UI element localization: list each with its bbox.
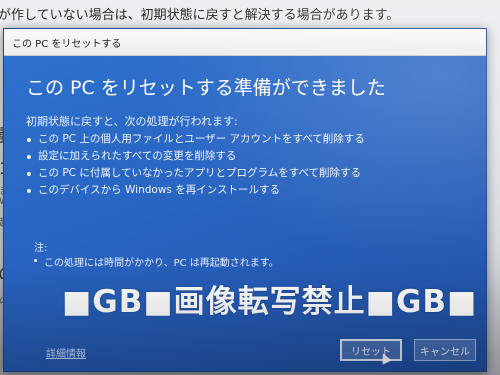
list-item: この PC 上の個人用ファイルとユーザー アカウントをすべて削除する — [26, 131, 365, 148]
bullet-dot-icon — [27, 172, 31, 176]
reset-button[interactable]: リセット — [340, 339, 402, 361]
dialog-intro: 初期状態に戻すと、次の処理が行われます: — [26, 115, 238, 128]
note-label: 注: — [34, 243, 48, 254]
bullet-dot-icon — [27, 138, 31, 142]
action-text: 設定に加えられたすべての変更を削除する — [38, 150, 237, 162]
list-item: この PC に付属していなかったアプリとプログラムをすべて削除する — [26, 165, 365, 182]
bullet-dot-icon — [27, 155, 31, 159]
list-item: このデバイスから Windows を再インストールする — [26, 182, 365, 199]
action-text: このデバイスから Windows を再インストールする — [38, 184, 281, 196]
reset-actions-list: この PC 上の個人用ファイルとユーザー アカウントをすべて削除する 設定に加え… — [26, 131, 365, 199]
note-item: この処理には時間がかかり、PC は再起動されます。 — [34, 254, 279, 269]
dialog-titlebar: この PC をリセットする — [4, 29, 486, 56]
action-text: この PC に付属していなかったアプリとプログラムをすべて削除する — [38, 167, 362, 179]
dialog-window-title: この PC をリセットする — [12, 39, 122, 50]
background-recovery-text: が作していない場合は、初期状態に戻すと解決する場合があります。 — [0, 8, 400, 23]
more-info-link[interactable]: 詳細情報 — [46, 345, 86, 360]
watermark-text: ■GB■画像転写禁止■GB■ — [62, 284, 478, 320]
dialog-heading: この PC をリセットする準備ができました — [26, 77, 386, 99]
list-item: 設定に加えられたすべての変更を削除する — [26, 148, 365, 165]
screen: が作していない場合は、初期状態に戻すと解決する場合があります。 動 コ ま W … — [0, 0, 500, 375]
cancel-button[interactable]: キャンセル — [414, 339, 476, 361]
bullet-dot-icon — [27, 189, 31, 193]
bullet-dot-icon — [34, 259, 37, 262]
note-text: この処理には時間がかかり、PC は再起動されます。 — [44, 258, 279, 269]
action-text: この PC 上の個人用ファイルとユーザー アカウントをすべて削除する — [38, 133, 365, 145]
reset-pc-dialog: この PC をリセットする この PC をリセットする準備ができました 初期状態… — [3, 28, 487, 372]
